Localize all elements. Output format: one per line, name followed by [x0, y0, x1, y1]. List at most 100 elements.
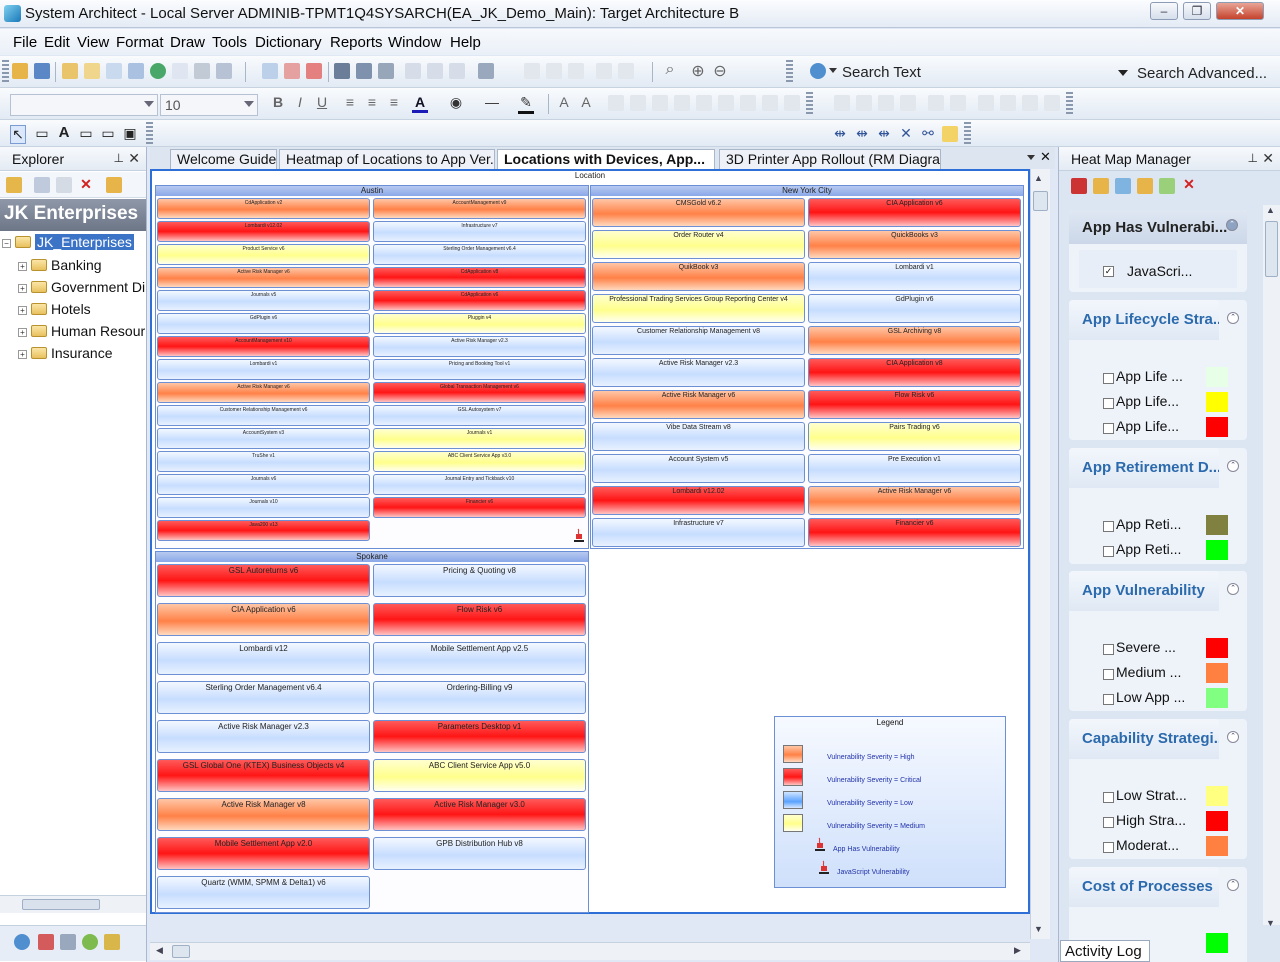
image-tool-icon[interactable]: ▣	[122, 125, 138, 142]
undo-icon[interactable]	[596, 63, 612, 79]
same-size-icon[interactable]	[1022, 95, 1038, 111]
search-text-field[interactable]: Search Text	[842, 64, 921, 81]
app-tile[interactable]: Lombardi v12.02	[592, 486, 805, 515]
tab-welcome-guide[interactable]: Welcome Guide	[170, 149, 277, 169]
tab-locations-devices[interactable]: Locations with Devices, App...	[497, 149, 715, 169]
menu-edit[interactable]: Edit	[44, 34, 70, 51]
pin-icon[interactable]: ⊥	[114, 151, 124, 165]
checkbox[interactable]	[1103, 546, 1114, 557]
tree-item-human-resources[interactable]: + Human Resour	[18, 323, 145, 341]
app-tile[interactable]: CMSGold v6.2	[592, 198, 805, 227]
rectangle-tool-icon[interactable]: ▭	[34, 125, 50, 142]
app-tile[interactable]: Lombardi v1	[808, 262, 1021, 291]
app-tile[interactable]: Java200 v13	[157, 520, 370, 541]
link-icon[interactable]: ⚯	[920, 125, 936, 142]
section-title[interactable]: App Has Vulnerabi...	[1069, 210, 1247, 244]
app-tile[interactable]: CdApplication v2	[157, 198, 370, 219]
align-left-icon[interactable]: ≡	[342, 94, 358, 110]
app-tile[interactable]: Customer Relationship Management v6	[157, 405, 370, 426]
checkbox[interactable]	[1103, 669, 1114, 680]
heatmap-vscrollbar[interactable]: ▲ ▼	[1263, 205, 1280, 928]
align-center-icon[interactable]: ≡	[364, 94, 380, 110]
copy-icon[interactable]	[546, 63, 562, 79]
fit-icon[interactable]	[1044, 95, 1060, 111]
app-tile[interactable]: Journals v1	[373, 428, 586, 449]
section-title[interactable]: Cost of Processes	[1069, 867, 1219, 907]
edit-definition-icon[interactable]	[84, 63, 100, 79]
app-tile[interactable]: Order Router v4	[592, 230, 805, 259]
paste-icon[interactable]	[568, 63, 584, 79]
app-tile[interactable]: Infrastructure v7	[373, 221, 586, 242]
resize-icon[interactable]	[449, 63, 465, 79]
collapse-icon[interactable]: ⌃	[1227, 879, 1239, 891]
lock-icon[interactable]	[740, 95, 756, 111]
app-tile[interactable]: ABC Client Service App v3.0	[373, 451, 586, 472]
globe-icon[interactable]	[14, 934, 30, 950]
app-tile[interactable]: Sterling Order Management v6.4	[373, 244, 586, 265]
diagram-icon[interactable]	[106, 63, 122, 79]
toolbar-grip[interactable]	[1066, 92, 1073, 116]
search-globe-icon[interactable]	[810, 63, 826, 79]
close-icon[interactable]: ✕	[1262, 150, 1274, 167]
toolbar-grip[interactable]	[964, 122, 971, 146]
app-tile[interactable]: QuikBook v3	[592, 262, 805, 291]
align-middle-icon[interactable]	[856, 95, 872, 111]
app-tile[interactable]: Pricing and Booking Tool v1	[373, 359, 586, 380]
app-tile[interactable]: Active Risk Manager v6	[808, 486, 1021, 515]
font-color-icon[interactable]: A	[412, 94, 428, 113]
app-tile[interactable]: Mobile Settlement App v2.5	[373, 642, 586, 675]
pin-icon[interactable]: ⊥	[1248, 151, 1258, 165]
library-icon[interactable]	[104, 934, 120, 950]
app-tile[interactable]: Quartz (WMM, SPMM & Delta1) v6	[157, 876, 370, 909]
app-tile[interactable]: Flow Risk v6	[373, 603, 586, 636]
network-icon[interactable]	[194, 63, 210, 79]
scroll-up-icon[interactable]: ▲	[1266, 205, 1275, 215]
app-tile[interactable]: Lombardi v12	[157, 642, 370, 675]
align-bottom-icon[interactable]	[878, 95, 894, 111]
rotate-icon[interactable]	[696, 95, 712, 111]
canvas-vscrollbar[interactable]: ▲ ▼	[1030, 169, 1050, 939]
search-advanced-button[interactable]: Search Advanced...	[1137, 65, 1267, 82]
menu-format[interactable]: Format	[116, 34, 164, 51]
app-tile[interactable]: Active Risk Manager v2.3	[157, 720, 370, 753]
toolbar-grip[interactable]	[786, 60, 793, 84]
app-tile[interactable]: Journals v10	[157, 497, 370, 518]
section-title[interactable]: App Vulnerability	[1069, 571, 1219, 611]
checkbox[interactable]	[1103, 792, 1114, 803]
app-tile[interactable]: Flow Risk v6	[808, 390, 1021, 419]
align-base-icon[interactable]	[900, 95, 916, 111]
app-tile[interactable]: Active Risk Manager v2.3	[373, 336, 586, 357]
app-tile[interactable]: Financier v6	[808, 518, 1021, 547]
app-tile[interactable]: CIA Application v6	[808, 198, 1021, 227]
app-tile[interactable]: GSL Autoreturns v6	[157, 564, 370, 597]
app-tile[interactable]: Lombardi v12.02	[157, 221, 370, 242]
text-tool-icon[interactable]: A	[56, 124, 72, 141]
checkbox[interactable]	[1103, 521, 1114, 532]
connector-icon[interactable]: ⇹	[854, 125, 870, 142]
checkbox[interactable]	[1103, 398, 1114, 409]
menu-tools[interactable]: Tools	[212, 34, 247, 51]
new-definition-icon[interactable]	[62, 63, 78, 79]
font-name-select[interactable]	[10, 94, 158, 116]
scroll-thumb[interactable]	[22, 899, 100, 910]
close-tab-icon[interactable]: ✕	[1040, 149, 1051, 165]
app-tile[interactable]: QuickBooks v3	[808, 230, 1021, 259]
explorer-hscrollbar[interactable]	[0, 895, 146, 913]
menu-file[interactable]: File	[13, 34, 37, 51]
scroll-thumb[interactable]	[1033, 191, 1048, 211]
app-tile[interactable]: Journal Entry and Tickback v10	[373, 474, 586, 495]
app-tile[interactable]: Infrastructure v7	[592, 518, 805, 547]
app-tile[interactable]: Account System v5	[592, 454, 805, 483]
cut-icon[interactable]	[524, 63, 540, 79]
refresh-icon[interactable]	[106, 177, 122, 193]
app-tile[interactable]: Pluggin v4	[373, 313, 586, 334]
snap-icon[interactable]	[784, 95, 800, 111]
checkbox[interactable]	[1103, 423, 1114, 434]
zoom-out-icon[interactable]: ⊖	[712, 61, 728, 81]
save-all-icon[interactable]	[356, 63, 372, 79]
tree-item-hotels[interactable]: + Hotels	[18, 301, 91, 319]
menu-window[interactable]: Window	[388, 34, 441, 51]
close-icon[interactable]: ✕	[128, 150, 140, 167]
toolbar-grip[interactable]	[806, 92, 813, 116]
grid-icon[interactable]	[762, 95, 778, 111]
